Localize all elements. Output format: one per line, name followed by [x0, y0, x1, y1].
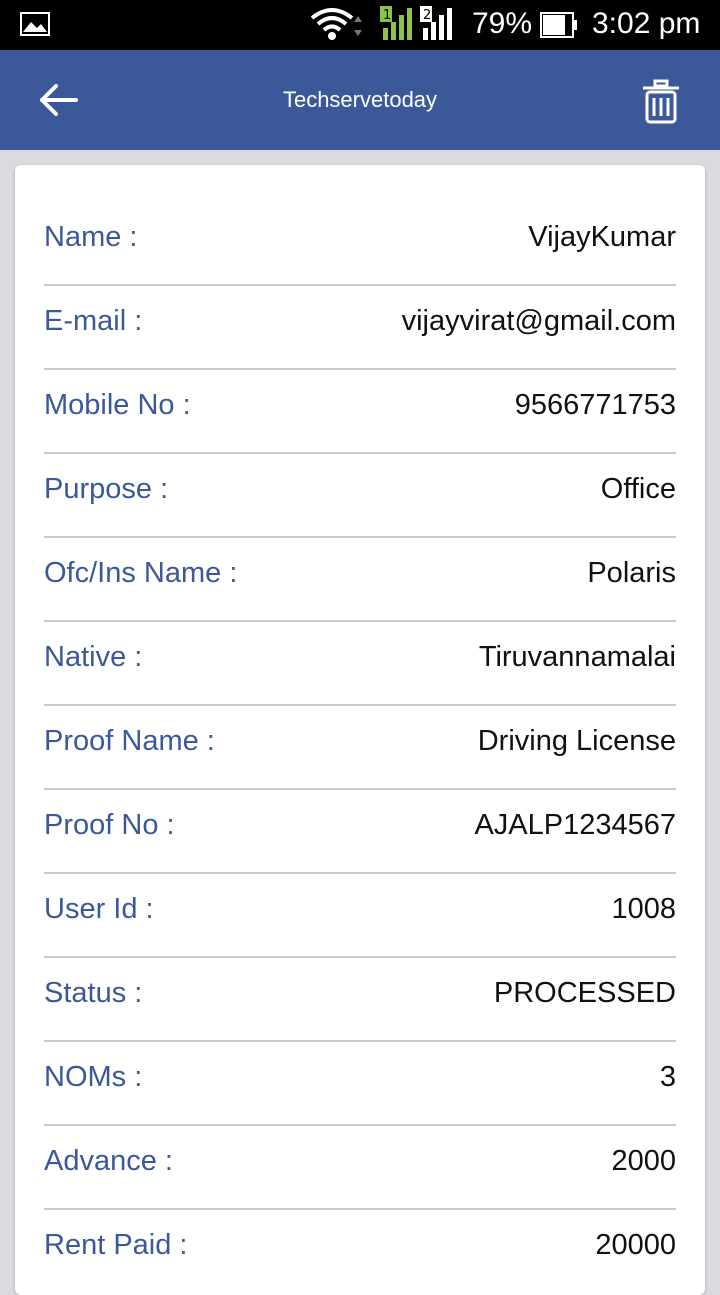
- gallery-notification-icon: [20, 12, 50, 36]
- detail-value: 2000: [611, 1145, 676, 1177]
- app-title: Techservetoday: [282, 87, 438, 112]
- detail-row-advance: Advance : 2000: [44, 1126, 676, 1210]
- detail-value: vijayvirat@gmail.com: [401, 305, 676, 337]
- detail-row-ofc-ins-name: Ofc/Ins Name : Polaris: [44, 538, 676, 622]
- trash-icon[interactable]: [638, 78, 684, 124]
- svg-text:1: 1: [383, 8, 391, 23]
- detail-row-native: Native : Tiruvannamalai: [44, 622, 676, 706]
- detail-row-user-id: User Id : 1008: [44, 874, 676, 958]
- detail-value: VijayKumar: [528, 221, 676, 253]
- detail-label: Proof Name :: [44, 725, 215, 757]
- signal-sim2-icon: 2: [420, 6, 452, 40]
- detail-value: 20000: [595, 1229, 676, 1261]
- detail-row-proof-no: Proof No : AJALP1234567: [44, 790, 676, 874]
- detail-row-noms: NOMs : 3: [44, 1042, 676, 1126]
- detail-value: AJALP1234567: [474, 809, 676, 841]
- detail-value: 1008: [611, 893, 676, 925]
- detail-value: 9566771753: [514, 389, 676, 421]
- detail-label: NOMs :: [44, 1061, 143, 1093]
- detail-value: 3: [659, 1061, 676, 1093]
- detail-row-rent-paid: Rent Paid : 20000: [44, 1210, 676, 1294]
- detail-label: Mobile No :: [44, 389, 191, 421]
- detail-value: PROCESSED: [493, 977, 676, 1009]
- signal-sim1-icon: 1: [380, 6, 412, 40]
- svg-text:2: 2: [423, 8, 431, 23]
- detail-label: Ofc/Ins Name :: [44, 557, 238, 589]
- detail-label: Status :: [44, 977, 143, 1009]
- detail-label: Proof No :: [44, 809, 175, 841]
- detail-label: Rent Paid :: [44, 1229, 188, 1261]
- detail-label: Name :: [44, 221, 138, 253]
- detail-row-email: E-mail : vijayvirat@gmail.com: [44, 286, 676, 370]
- details-card: Name : VijayKumar E-mail : vijayvirat@gm…: [15, 165, 705, 1295]
- detail-row-proof-name: Proof Name : Driving License: [44, 706, 676, 790]
- wifi-icon: [310, 8, 362, 40]
- detail-value: Office: [600, 473, 676, 505]
- status-bar: 1 2 79% 3:02 pm: [0, 0, 720, 50]
- detail-label: Purpose :: [44, 473, 169, 505]
- battery-icon: [540, 12, 577, 38]
- detail-label: User Id :: [44, 893, 154, 925]
- detail-value: Tiruvannamalai: [478, 641, 676, 673]
- detail-row-name: Name : VijayKumar: [44, 202, 676, 286]
- detail-row-purpose: Purpose : Office: [44, 454, 676, 538]
- battery-percent: 79%: [472, 7, 533, 40]
- detail-row-status: Status : PROCESSED: [44, 958, 676, 1042]
- detail-label: Advance :: [44, 1145, 173, 1177]
- detail-value: Polaris: [587, 557, 676, 589]
- detail-label: E-mail :: [44, 305, 143, 337]
- app-bar: Techservetoday: [0, 50, 720, 150]
- detail-label: Native :: [44, 641, 143, 673]
- status-time: 3:02 pm: [592, 7, 701, 40]
- detail-value: Driving License: [477, 725, 676, 757]
- detail-row-mobile: Mobile No : 9566771753: [44, 370, 676, 454]
